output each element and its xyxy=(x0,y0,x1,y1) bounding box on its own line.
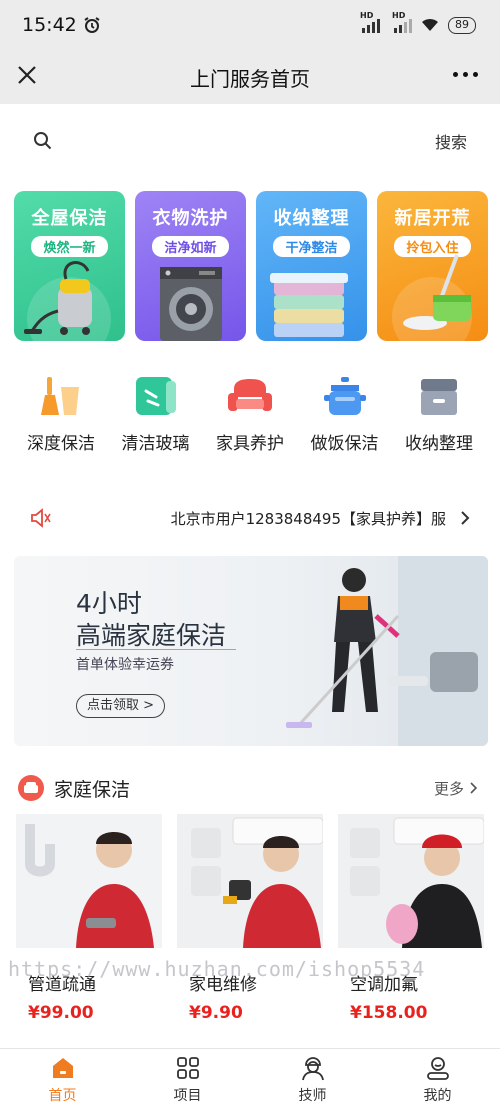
category-storage-organizing[interactable]: 收纳整理 xyxy=(392,375,486,454)
search-icon[interactable] xyxy=(33,131,53,151)
search-button[interactable]: 搜索 xyxy=(435,129,467,153)
tab-label: 首页 xyxy=(48,1088,77,1104)
product-price: ¥158.00 xyxy=(350,1003,428,1023)
signal-icon: HD xyxy=(392,11,412,33)
status-indicators: HD HD 89 xyxy=(360,11,476,34)
tab-profile[interactable]: 我的 xyxy=(375,1049,500,1111)
cooking-pot-icon xyxy=(323,377,366,415)
washing-machine-icon xyxy=(160,267,222,341)
card-title: 收纳整理 xyxy=(273,208,350,229)
category-glass-cleaning[interactable]: 清洁玻璃 xyxy=(109,375,203,454)
category-label: 家具养护 xyxy=(216,434,284,454)
category-label: 清洁玻璃 xyxy=(121,434,190,454)
product-card[interactable]: 空调加氟 ¥158.00 xyxy=(338,814,484,1023)
card-new-home-cleaning[interactable]: 新居开荒 拎包入住 xyxy=(377,191,488,341)
promo-banner[interactable]: 4小时 高端家庭保洁 首单体验幸运券 点击领取 > xyxy=(14,556,488,746)
cleaner-photo xyxy=(286,556,488,746)
status-time: 15:42 xyxy=(22,14,77,36)
product-image xyxy=(16,814,162,948)
search-bar[interactable]: 搜索 xyxy=(0,118,500,164)
tab-technicians[interactable]: 技师 xyxy=(250,1049,375,1111)
product-image xyxy=(177,814,323,948)
section-header: 家庭保洁 更多 xyxy=(0,770,500,806)
category-deep-cleaning[interactable]: 深度保洁 xyxy=(14,375,108,454)
claim-button[interactable]: 点击领取 > xyxy=(76,694,166,718)
banner-line1: 4小时 xyxy=(76,589,142,618)
product-image xyxy=(338,814,484,948)
notice-bar[interactable]: 北京市用户1283848495【家具护养】服 xyxy=(0,498,500,538)
bottom-tab-bar: 首页 项目 技师 我的 xyxy=(0,1048,500,1111)
banner-line3: 首单体验幸运券 xyxy=(76,657,174,673)
status-bar: 15:42 HD HD 89 xyxy=(0,0,500,50)
category-row: 深度保洁 清洁玻璃 家具养护 做饭保洁 收纳整理 xyxy=(14,375,486,454)
chevron-right-icon xyxy=(470,782,478,794)
broom-icon xyxy=(41,377,79,415)
section-title: 家庭保洁 xyxy=(54,778,131,801)
card-laundry-care[interactable]: 衣物洗护 洁净如新 xyxy=(135,191,246,341)
product-card[interactable]: 管道疏通 ¥99.00 xyxy=(16,814,162,1023)
home-icon xyxy=(52,1058,73,1078)
vacuum-cleaner-icon xyxy=(24,261,111,341)
close-icon[interactable] xyxy=(15,63,39,87)
card-whole-house-cleaning[interactable]: 全屋保洁 焕然一新 xyxy=(14,191,125,341)
notice-text: 北京市用户1283848495【家具护养】服 xyxy=(170,509,446,528)
glass-cleaning-icon xyxy=(135,377,176,415)
banner-divider xyxy=(76,649,236,650)
storage-box-icon xyxy=(421,379,457,415)
product-card[interactable]: 家电维修 ¥9.90 xyxy=(177,814,323,1023)
tab-home[interactable]: 首页 xyxy=(0,1049,125,1111)
signal-icon: HD xyxy=(360,11,380,33)
sofa-icon xyxy=(228,379,272,411)
card-title: 新居开荒 xyxy=(394,208,471,229)
chevron-right-icon[interactable] xyxy=(460,511,470,525)
banner-line2: 高端家庭保洁 xyxy=(76,621,227,650)
tab-label: 我的 xyxy=(423,1088,452,1104)
watermark: https://www.huzhan.com/ishop5534 xyxy=(8,957,426,981)
card-title: 衣物洗护 xyxy=(152,208,229,229)
category-label: 做饭保洁 xyxy=(310,434,379,454)
status-time-group: 15:42 xyxy=(22,14,101,36)
category-label: 深度保洁 xyxy=(27,434,95,454)
profile-icon xyxy=(426,1057,449,1080)
tab-projects[interactable]: 项目 xyxy=(125,1049,250,1111)
category-furniture-care[interactable]: 家具养护 xyxy=(203,375,297,454)
sofa-icon xyxy=(18,775,44,801)
card-storage-organizing[interactable]: 收纳整理 干净整洁 xyxy=(256,191,367,341)
nav-bar: 上门服务首页 xyxy=(0,50,500,104)
storage-boxes-icon xyxy=(270,273,348,337)
category-label: 收纳整理 xyxy=(405,434,473,454)
more-label: 更多 xyxy=(433,779,464,798)
wifi-icon xyxy=(422,18,438,31)
category-cooking-cleaning[interactable]: 做饭保洁 xyxy=(298,375,392,454)
tab-label: 项目 xyxy=(173,1088,202,1104)
technician-icon xyxy=(301,1057,324,1081)
product-list: 管道疏通 ¥99.00 家电维修 ¥9.90 空调加氟 ¥158.00 xyxy=(16,814,484,1023)
more-menu-icon[interactable] xyxy=(453,72,478,77)
speaker-icon xyxy=(31,508,51,528)
card-title: 全屋保洁 xyxy=(31,208,108,229)
tab-label: 技师 xyxy=(298,1088,327,1104)
product-price: ¥99.00 xyxy=(28,1003,94,1023)
mop-bucket-icon xyxy=(392,254,472,341)
feature-cards: 全屋保洁 焕然一新 衣物洗护 洁净如新 收纳整理 干净整洁 新居开荒 拎包入住 xyxy=(14,191,488,341)
grid-icon xyxy=(176,1057,199,1079)
page-title: 上门服务首页 xyxy=(190,66,310,91)
more-link[interactable]: 更多 xyxy=(434,778,478,799)
alarm-icon xyxy=(84,17,100,33)
battery-indicator: 89 xyxy=(448,16,476,34)
product-price: ¥9.90 xyxy=(189,1003,243,1023)
